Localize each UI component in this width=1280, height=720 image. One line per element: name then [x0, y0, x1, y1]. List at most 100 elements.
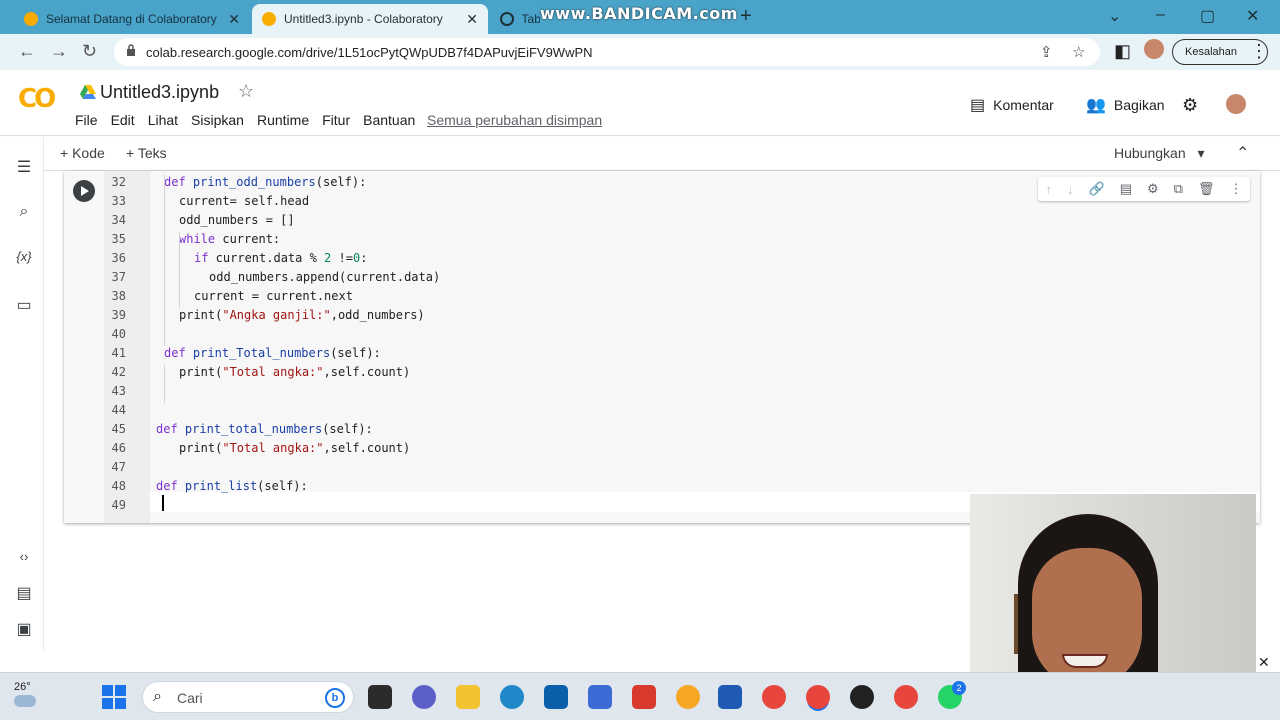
share-button[interactable]: 👥 Bagikan [1086, 95, 1165, 115]
line-number: 34 [111, 213, 126, 227]
tab-title: Tab [521, 12, 540, 26]
line-number: 48 [111, 479, 126, 493]
taskbar-search-field[interactable]: ⌕ Cari b [142, 681, 354, 713]
close-icon[interactable]: ✕ [228, 11, 240, 28]
recording-watermark: www.BANDICAM.com [540, 4, 738, 23]
table-of-contents-icon[interactable]: ☰ [14, 157, 34, 177]
chrome-profile-icon[interactable] [894, 685, 918, 709]
move-down-icon[interactable]: ↓ [1067, 182, 1074, 197]
window-close-button[interactable]: ✕ [1246, 6, 1259, 26]
side-panel-icon[interactable]: ◧ [1114, 41, 1131, 62]
menu-edit[interactable]: Edit [111, 112, 135, 128]
variables-icon[interactable]: {x} [14, 249, 34, 264]
maximize-button[interactable]: ▢ [1200, 6, 1215, 26]
code-snippets-icon[interactable]: ‹› [14, 549, 34, 564]
search-placeholder: Cari [177, 690, 203, 706]
windows-taskbar: 26° ⌕ Cari b 2 [0, 672, 1280, 720]
mcafee-shield-icon[interactable] [632, 685, 656, 709]
code-line: odd_numbers.append(current.data) [209, 270, 441, 284]
command-palette-icon[interactable]: ▤ [14, 583, 34, 603]
settings-gear-icon[interactable]: ⚙ [1147, 181, 1159, 197]
line-number: 40 [111, 327, 126, 341]
colab-favicon-icon [262, 12, 276, 26]
profile-avatar[interactable] [1144, 39, 1164, 64]
save-status[interactable]: Semua perubahan disimpan [427, 112, 602, 128]
url-field[interactable]: colab.research.google.com/drive/1L51ocPy… [114, 38, 1100, 66]
run-cell-button[interactable] [73, 180, 95, 202]
tab-search-chevron-icon[interactable]: ⌄ [1108, 6, 1121, 26]
menu-tools[interactable]: Fitur [322, 112, 350, 128]
teams-chat-icon[interactable] [412, 685, 436, 709]
line-number: 37 [111, 270, 126, 284]
notebook-title[interactable]: Untitled3.ipynb [100, 82, 219, 103]
colab-logo[interactable]: CO [18, 84, 56, 114]
folder-icon[interactable]: ▭ [14, 295, 34, 315]
menu-insert[interactable]: Sisipkan [191, 112, 244, 128]
add-code-button[interactable]: + Kode [60, 145, 105, 161]
user-avatar[interactable] [1226, 94, 1246, 114]
app-circle-icon[interactable] [676, 685, 700, 709]
search-icon[interactable]: ⌕ [14, 203, 34, 221]
menu-view[interactable]: Lihat [148, 112, 178, 128]
code-line: print("Angka ganjil:",odd_numbers) [179, 308, 425, 322]
weather-widget[interactable]: 26° [14, 681, 36, 707]
word-icon[interactable] [718, 685, 742, 709]
edge-browser-icon[interactable] [500, 685, 524, 709]
reload-icon[interactable]: ↻ [82, 41, 97, 62]
line-number: 35 [111, 232, 126, 246]
colab-header: CO Untitled3.ipynb ☆ File Edit Lihat Sis… [0, 70, 1280, 136]
terminal-icon[interactable]: ▣ [14, 619, 34, 639]
close-icon[interactable]: ✕ [466, 11, 478, 28]
drive-icon [80, 85, 96, 99]
line-number: 32 [111, 175, 126, 189]
star-icon[interactable]: ☆ [238, 81, 254, 102]
webcam-person-smile [1062, 654, 1108, 668]
collapse-chevron-up-icon[interactable]: ⌃ [1236, 143, 1249, 163]
new-tab-button[interactable]: + [740, 5, 752, 28]
line-number: 33 [111, 194, 126, 208]
code-line: while current: [179, 232, 281, 246]
notification-badge: 2 [952, 681, 966, 695]
app-icon[interactable] [588, 685, 612, 709]
code-cell[interactable]: 32 33 34 35 36 37 38 39 40 41 42 43 44 45 46 47 48 49 def… [64, 171, 1260, 523]
bandicam-record-icon[interactable] [850, 685, 874, 709]
webcam-close-icon[interactable]: ✕ [1258, 654, 1270, 671]
line-number: 43 [111, 384, 126, 398]
mirror-cell-icon[interactable]: ⧉ [1174, 181, 1183, 197]
delete-trash-icon[interactable]: 🗑 [1198, 181, 1215, 197]
file-explorer-icon[interactable] [456, 685, 480, 709]
menu-help[interactable]: Bantuan [363, 112, 415, 128]
forward-arrow-icon[interactable]: → [50, 41, 68, 62]
globe-icon [500, 12, 514, 26]
move-up-icon[interactable]: ↑ [1046, 182, 1053, 197]
left-sidebar: ☰ ⌕ {x} ▭ ‹› ▤ ▣ [0, 137, 44, 650]
back-arrow-icon[interactable]: ← [18, 41, 36, 62]
chrome-icon[interactable] [762, 685, 786, 709]
more-vert-icon[interactable]: ⋮ [1229, 181, 1242, 197]
code-line: def print_odd_numbers(self): [164, 175, 367, 189]
settings-gear-icon[interactable]: ⚙ [1182, 95, 1198, 116]
task-view-icon[interactable] [368, 685, 392, 709]
colab-favicon-icon [24, 12, 38, 26]
tab-untitled3[interactable]: Untitled3.ipynb - Colaboratory ✕ [252, 4, 488, 34]
bookmark-star-icon[interactable]: ☆ [1072, 43, 1085, 61]
link-icon[interactable]: 🔗 [1089, 181, 1105, 197]
address-bar-row: ← → ↻ colab.research.google.com/drive/1L… [0, 34, 1280, 70]
line-number: 39 [111, 308, 126, 322]
chrome-active-icon[interactable] [806, 685, 830, 709]
tab-welcome-colab[interactable]: Selamat Datang di Colaboratory ✕ [14, 4, 250, 34]
comment-icon[interactable]: ▤ [1120, 181, 1132, 197]
share-page-icon[interactable]: ⇪ [1040, 43, 1053, 61]
minimize-button[interactable]: – [1156, 6, 1165, 24]
windows-start-icon[interactable] [102, 685, 126, 709]
line-number: 41 [111, 346, 126, 360]
add-text-button[interactable]: + Teks [126, 145, 167, 161]
bing-icon[interactable]: b [325, 688, 345, 708]
connect-button[interactable]: Hubungkan ▾ [1114, 145, 1205, 162]
menu-runtime[interactable]: Runtime [257, 112, 309, 128]
comment-button[interactable]: ▤ Komentar [970, 95, 1054, 115]
menu-file[interactable]: File [75, 112, 98, 128]
more-vert-icon[interactable]: ⋮ [1250, 41, 1268, 62]
microsoft-store-icon[interactable] [544, 685, 568, 709]
code-line: odd_numbers = [] [179, 213, 295, 227]
